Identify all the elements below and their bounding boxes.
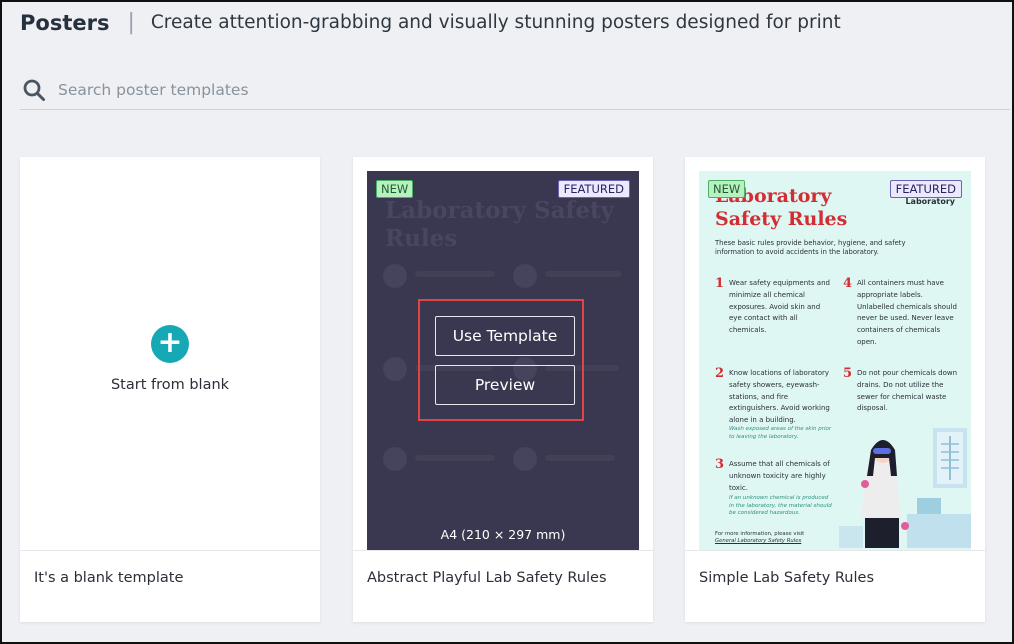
rule-note: If an unknown chemical is produced in th…	[729, 495, 832, 516]
simple-lab-safety-card[interactable]: Laboratory Safety Rules Laboratory These…	[685, 157, 985, 622]
featured-badge: FEATURED	[889, 180, 962, 198]
faded-number-circle	[383, 447, 407, 471]
faded-poster-title: Laboratory Safety Rules	[385, 197, 615, 252]
faded-number-circle	[383, 264, 407, 288]
template-thumbnail[interactable]: Laboratory Safety Rules Laboratory These…	[685, 157, 985, 550]
poster-preview: Laboratory Safety Rules NEW FEATURED Use…	[367, 171, 639, 550]
title-separator: |	[127, 10, 135, 35]
abstract-lab-safety-card[interactable]: Laboratory Safety Rules NEW FEATURED Use…	[353, 157, 653, 622]
preview-button[interactable]: Preview	[435, 365, 575, 405]
poster-size: A4 (210 × 297 mm)	[440, 527, 566, 542]
rule-text: All containers must have appropriate lab…	[857, 279, 957, 346]
search-icon[interactable]	[22, 78, 46, 102]
posters-page: Posters | Create attention-grabbing and …	[0, 0, 1014, 644]
faded-number-circle	[383, 357, 407, 381]
poster-brand: Laboratory	[905, 197, 955, 206]
faded-text-line	[415, 271, 495, 277]
rule-number: 4	[843, 276, 853, 291]
hover-actions: Use Template Preview	[418, 299, 584, 421]
rule-number: 2	[715, 366, 725, 381]
rule-number: 1	[715, 276, 725, 291]
blank-thumbnail[interactable]: + Start from blank	[20, 157, 320, 550]
rule-text: Know locations of laboratory safety show…	[729, 369, 830, 425]
new-badge: NEW	[376, 180, 414, 198]
search-bar[interactable]	[20, 70, 1010, 110]
faded-text-line	[415, 455, 495, 461]
rule-note: Wash exposed areas of the skin prior to …	[729, 426, 832, 440]
card-title: Abstract Playful Lab Safety Rules	[353, 550, 653, 622]
start-from-blank-label[interactable]: Start from blank	[20, 377, 320, 393]
faded-text-line	[545, 271, 621, 277]
rule-number: 3	[715, 457, 725, 472]
plus-icon[interactable]: +	[151, 325, 189, 363]
page-header: Posters | Create attention-grabbing and …	[20, 10, 841, 35]
featured-badge: FEATURED	[557, 180, 630, 198]
faded-number-circle	[513, 264, 537, 288]
card-title: Simple Lab Safety Rules	[685, 550, 985, 622]
rule-number: 5	[843, 366, 853, 381]
poster-intro: These basic rules provide behavior, hygi…	[715, 239, 906, 256]
rule-text: Do not pour chemicals down drains. Do no…	[857, 369, 958, 413]
card-title: It's a blank template	[20, 550, 320, 622]
faded-text-line	[545, 455, 615, 461]
blank-template-card[interactable]: + Start from blank It's a blank template	[20, 157, 320, 622]
template-thumbnail[interactable]: Laboratory Safety Rules NEW FEATURED Use…	[353, 157, 653, 550]
use-template-button[interactable]: Use Template	[435, 316, 575, 356]
page-title: Posters	[20, 10, 110, 35]
poster-preview: Laboratory Safety Rules Laboratory These…	[699, 171, 971, 550]
page-subtitle: Create attention-grabbing and visually s…	[150, 12, 841, 33]
new-badge: NEW	[708, 180, 746, 198]
faded-number-circle	[513, 447, 537, 471]
search-input[interactable]	[58, 80, 658, 99]
rule-text: Wear safety equipments and minimize all …	[729, 279, 830, 335]
lab-scientist-illustration	[839, 428, 971, 548]
rule-text: Assume that all chemicals of unknown tox…	[729, 460, 830, 492]
